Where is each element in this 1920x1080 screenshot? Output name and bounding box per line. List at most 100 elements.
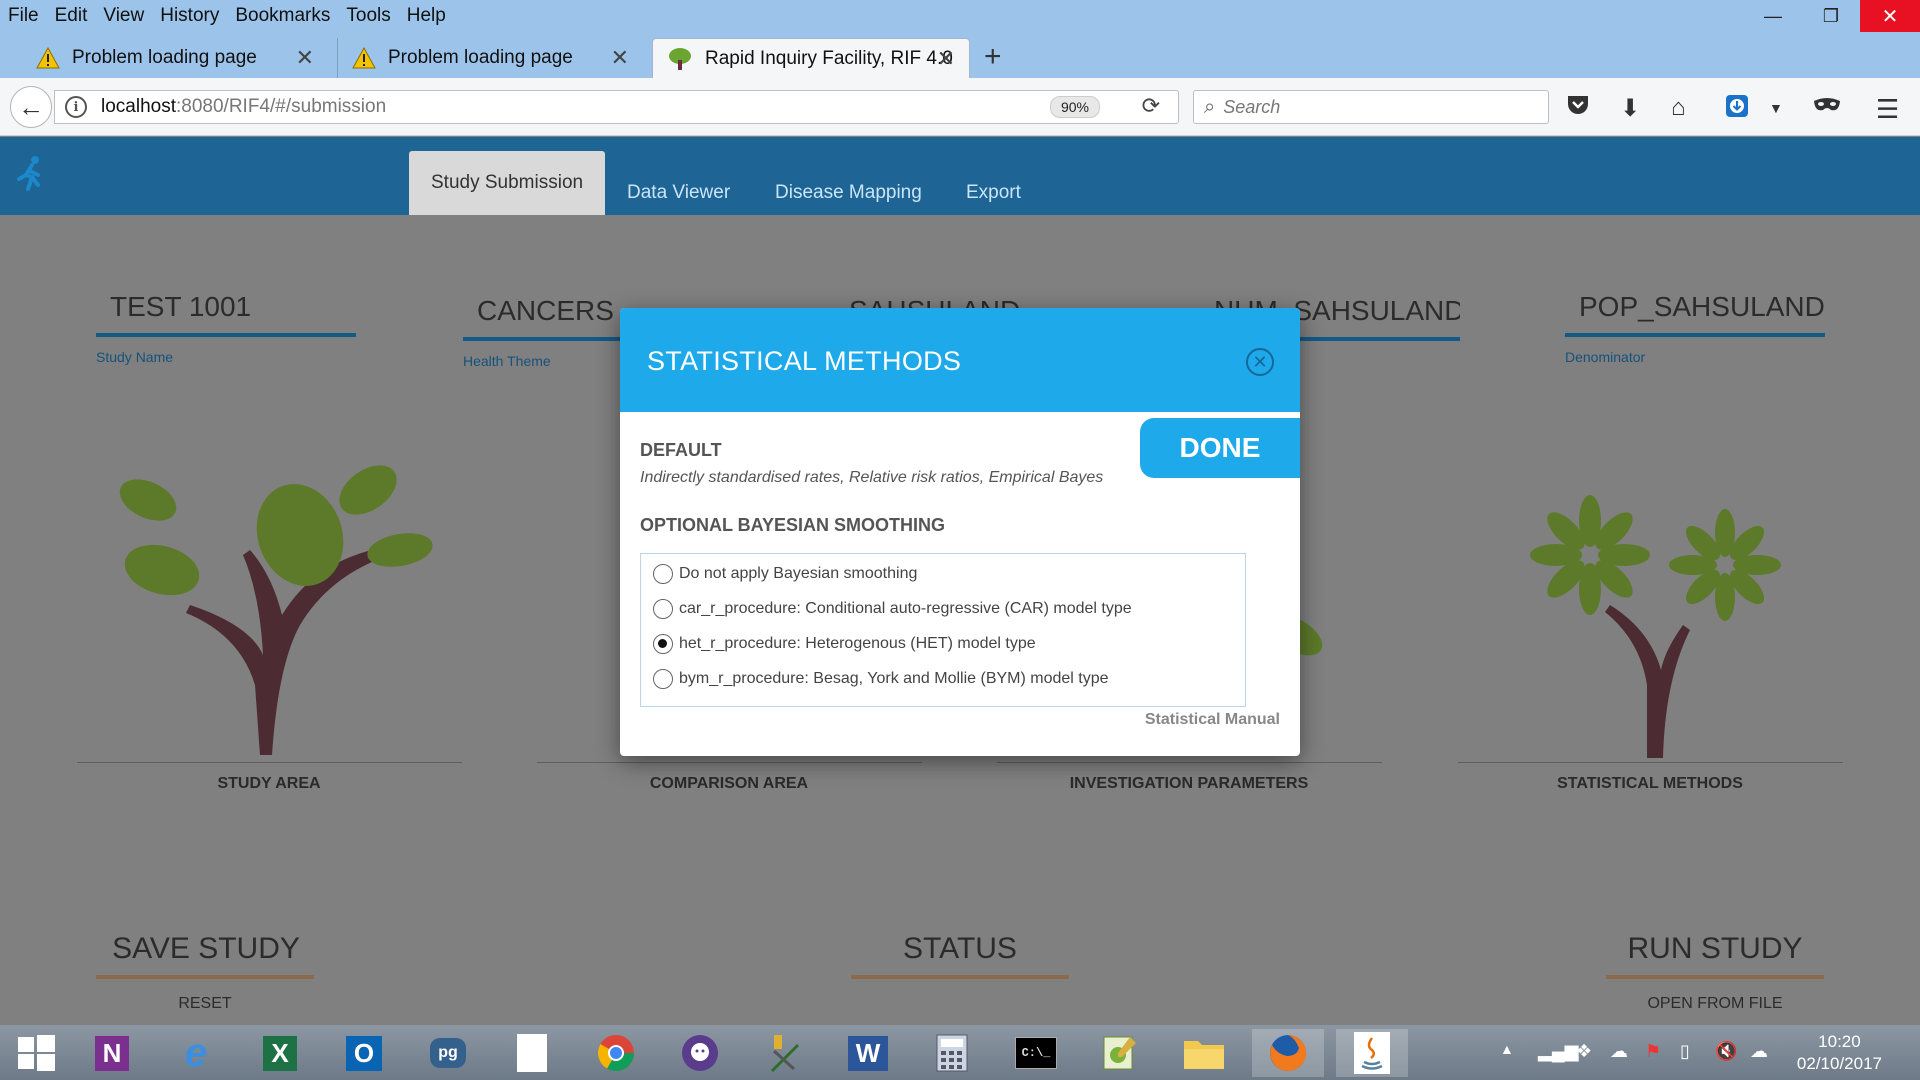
window-controls: — ❐ ✕: [1744, 0, 1920, 32]
file-explorer-icon[interactable]: [1168, 1029, 1240, 1077]
menu-bar: File Edit View History Bookmarks Tools H…: [0, 0, 1920, 32]
reset-link[interactable]: RESET: [96, 995, 314, 1013]
default-heading: DEFAULT: [640, 440, 722, 460]
internet-explorer-icon[interactable]: e: [160, 1029, 232, 1077]
radio-button[interactable]: [653, 564, 673, 584]
menu-bookmarks[interactable]: Bookmarks: [235, 5, 330, 27]
onedrive-icon[interactable]: ☁: [1750, 1041, 1768, 1062]
menu-tools[interactable]: Tools: [346, 5, 390, 27]
close-window-button[interactable]: ✕: [1860, 0, 1920, 32]
rif-runner-logo-icon[interactable]: [16, 155, 46, 200]
minimize-button[interactable]: —: [1744, 0, 1802, 32]
option-label: car_r_procedure: Conditional auto-regres…: [679, 600, 1132, 617]
search-bar[interactable]: ⌕ Search: [1193, 90, 1549, 124]
dev-tool-icon[interactable]: [748, 1029, 820, 1077]
smoothing-options-box: Do not apply Bayesian smoothing car_r_pr…: [640, 553, 1246, 707]
field-underline: [96, 333, 356, 337]
back-button[interactable]: ←: [10, 86, 52, 128]
browser-tab-2[interactable]: Problem loading page ✕: [337, 38, 643, 78]
close-tab-icon[interactable]: ✕: [937, 46, 955, 72]
outlook-app-icon[interactable]: O: [328, 1029, 400, 1077]
radio-button[interactable]: [653, 669, 673, 689]
menu-help[interactable]: Help: [407, 5, 446, 27]
modal-title: STATISTICAL METHODS: [647, 346, 962, 376]
open-from-file-link[interactable]: OPEN FROM FILE: [1606, 995, 1824, 1013]
close-modal-icon[interactable]: ✕: [1246, 348, 1274, 376]
study-area-card-title[interactable]: STUDY AREA: [79, 775, 459, 793]
tab-study-submission[interactable]: Study Submission: [409, 151, 606, 215]
zoom-indicator[interactable]: 90%: [1049, 96, 1100, 118]
menu-file[interactable]: File: [8, 5, 39, 27]
statistical-manual-link[interactable]: Statistical Manual: [1145, 711, 1280, 729]
postgresql-elephant-icon[interactable]: pg: [412, 1029, 484, 1077]
radio-button[interactable]: [653, 599, 673, 619]
done-button[interactable]: DONE: [1140, 418, 1300, 478]
statistical-methods-tree-icon[interactable]: [1515, 480, 1795, 760]
comparison-area-card-title[interactable]: COMPARISON AREA: [539, 775, 919, 793]
browser-tab-1[interactable]: Problem loading page ✕: [22, 38, 328, 78]
hamburger-menu-icon[interactable]: ☰: [1876, 94, 1899, 125]
close-tab-icon[interactable]: ✕: [611, 45, 629, 71]
optional-smoothing-heading: OPTIONAL BAYESIAN SMOOTHING: [640, 515, 946, 535]
download-manager-icon[interactable]: [1725, 94, 1749, 125]
notepad-plus-icon[interactable]: [1084, 1029, 1156, 1077]
tray-expand-icon[interactable]: ▲: [1500, 1041, 1514, 1057]
device-icon[interactable]: ▯: [1680, 1041, 1690, 1062]
dropdown-arrow-icon[interactable]: ▼: [1769, 100, 1783, 116]
tab-data-viewer[interactable]: Data Viewer: [605, 170, 752, 215]
start-button[interactable]: [0, 1029, 72, 1077]
reload-icon[interactable]: ⟳: [1142, 93, 1160, 119]
browser-tab-3-active[interactable]: Rapid Inquiry Facility, RIF 4.0 ✕: [652, 38, 970, 78]
url-path: :8080/RIF4/#/submission: [176, 96, 387, 117]
card-divider: [1458, 762, 1843, 763]
command-prompt-icon[interactable]: C:\_: [1000, 1029, 1072, 1077]
smoothing-option-car[interactable]: car_r_procedure: Conditional auto-regres…: [653, 597, 1132, 621]
restore-button[interactable]: ❐: [1802, 0, 1860, 32]
denominator-field[interactable]: POP_SAHSULAND Denominator: [1565, 291, 1825, 365]
cloud-upload-icon[interactable]: ☁: [1610, 1041, 1628, 1062]
study-name-value: TEST 1001: [110, 291, 252, 322]
investigation-parameters-card-title[interactable]: INVESTIGATION PARAMETERS: [999, 775, 1379, 793]
excel-app-icon[interactable]: X: [244, 1029, 316, 1077]
save-study-button[interactable]: SAVE STUDY: [96, 932, 316, 966]
calculator-icon[interactable]: [916, 1029, 988, 1077]
url-text: localhost:8080/RIF4/#/submission: [101, 96, 386, 118]
study-name-field[interactable]: TEST 1001 Study Name: [96, 291, 356, 365]
blank-file-icon[interactable]: [496, 1029, 568, 1077]
download-icon[interactable]: ⬇: [1620, 94, 1640, 123]
dropbox-icon[interactable]: ❖: [1576, 1041, 1592, 1062]
menu-view[interactable]: View: [103, 5, 144, 27]
url-bar[interactable]: i localhost:8080/RIF4/#/submission 90% ⟳: [54, 90, 1179, 124]
volume-muted-icon[interactable]: 🔇: [1715, 1041, 1737, 1062]
github-icon[interactable]: [664, 1029, 736, 1077]
run-study-button[interactable]: RUN STUDY: [1606, 932, 1824, 966]
menu-history[interactable]: History: [160, 5, 219, 27]
smoothing-option-bym[interactable]: bym_r_procedure: Besag, York and Mollie …: [653, 667, 1109, 691]
smoothing-option-none[interactable]: Do not apply Bayesian smoothing: [653, 562, 917, 586]
tab-disease-mapping[interactable]: Disease Mapping: [753, 170, 944, 215]
chrome-icon[interactable]: [580, 1029, 652, 1077]
info-icon[interactable]: i: [65, 96, 87, 118]
tab-export[interactable]: Export: [944, 170, 1043, 215]
app-header: Study Submission Data Viewer Disease Map…: [0, 137, 1920, 215]
firefox-icon[interactable]: [1252, 1029, 1324, 1077]
card-divider: [77, 762, 462, 763]
private-mask-icon[interactable]: [1813, 94, 1841, 122]
radio-button-selected[interactable]: [653, 634, 673, 654]
menu-edit[interactable]: Edit: [55, 5, 88, 27]
network-signal-icon[interactable]: ▂▄▆: [1538, 1041, 1578, 1062]
home-icon[interactable]: ⌂: [1671, 94, 1686, 122]
onenote-app-icon[interactable]: N: [76, 1029, 148, 1077]
new-tab-button[interactable]: +: [984, 40, 1002, 74]
card-divider: [997, 762, 1382, 763]
action-center-flag-icon[interactable]: ⚑: [1645, 1041, 1661, 1062]
url-host: localhost: [101, 96, 176, 117]
smoothing-option-het[interactable]: het_r_procedure: Heterogenous (HET) mode…: [653, 632, 1036, 656]
statistical-methods-card-title[interactable]: STATISTICAL METHODS: [1460, 775, 1840, 793]
java-icon[interactable]: [1336, 1029, 1408, 1077]
system-clock[interactable]: 10:20 02/10/2017: [1797, 1031, 1882, 1075]
close-tab-icon[interactable]: ✕: [296, 45, 314, 71]
study-area-tree-icon[interactable]: [100, 455, 440, 755]
pocket-icon[interactable]: [1566, 94, 1590, 123]
word-app-icon[interactable]: W: [832, 1029, 904, 1077]
